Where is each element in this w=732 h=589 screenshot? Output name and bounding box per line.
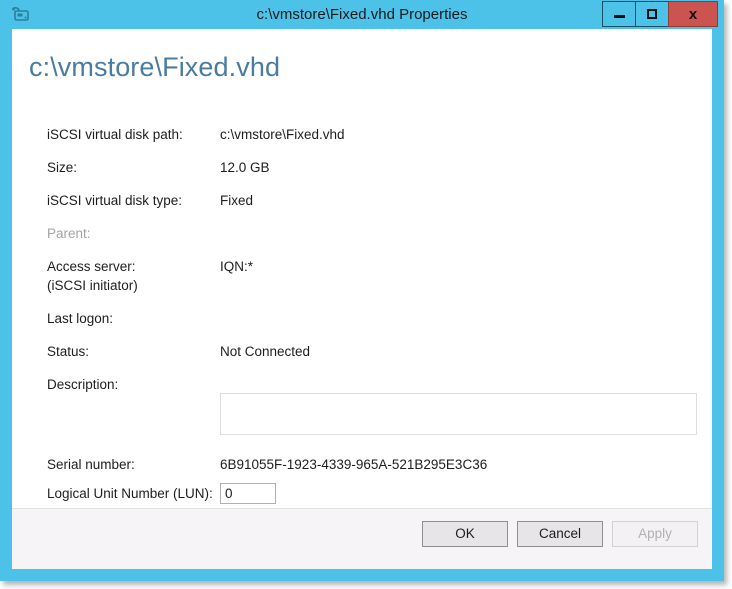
dialog-footer: OK Cancel Apply (12, 508, 712, 569)
value-disk-type: Fixed (220, 193, 254, 208)
page-title: c:\vmstore\Fixed.vhd (29, 52, 281, 82)
label-access-server: Access server: (47, 259, 136, 274)
dialog-content: c:\vmstore\Fixed.vhd iSCSI virtual disk … (12, 29, 712, 569)
label-serial-number: Serial number: (47, 457, 135, 472)
title-bar[interactable]: c:\vmstore\Fixed.vhd Properties x (0, 0, 724, 29)
label-status: Status: (47, 344, 90, 359)
maximize-button[interactable] (635, 1, 669, 27)
window-controls: x (602, 1, 718, 27)
value-serial-number: 6B91055F-1923-4339-965A-521B295E3C36 (220, 457, 488, 472)
apply-button[interactable]: Apply (612, 521, 698, 547)
value-size: 12.0 GB (220, 160, 270, 175)
ok-button[interactable]: OK (422, 521, 508, 547)
value-disk-path: c:\vmstore\Fixed.vhd (220, 127, 345, 142)
label-lun: Logical Unit Number (LUN): (47, 486, 213, 501)
footer-button-group: OK Cancel Apply (422, 521, 698, 547)
close-button[interactable]: x (668, 1, 718, 27)
properties-dialog-window: c:\vmstore\Fixed.vhd Properties x c:\vms… (0, 0, 724, 581)
minimize-button[interactable] (602, 1, 636, 27)
label-last-logon: Last logon: (47, 311, 114, 326)
label-access-server-sub: (iSCSI initiator) (47, 278, 138, 293)
description-input[interactable] (220, 393, 697, 435)
label-parent: Parent: (47, 226, 91, 241)
status-value: Not Connected (220, 344, 311, 359)
lun-input[interactable] (220, 483, 276, 504)
maximize-icon (647, 9, 657, 19)
value-access-server: IQN:* (220, 259, 254, 274)
label-description: Description: (47, 377, 119, 392)
minimize-icon (613, 15, 625, 18)
label-size: Size: (47, 160, 78, 175)
label-disk-type: iSCSI virtual disk type: (47, 193, 183, 208)
cancel-button[interactable]: Cancel (517, 521, 603, 547)
label-disk-path: iSCSI virtual disk path: (47, 127, 183, 142)
close-icon: x (688, 5, 698, 23)
